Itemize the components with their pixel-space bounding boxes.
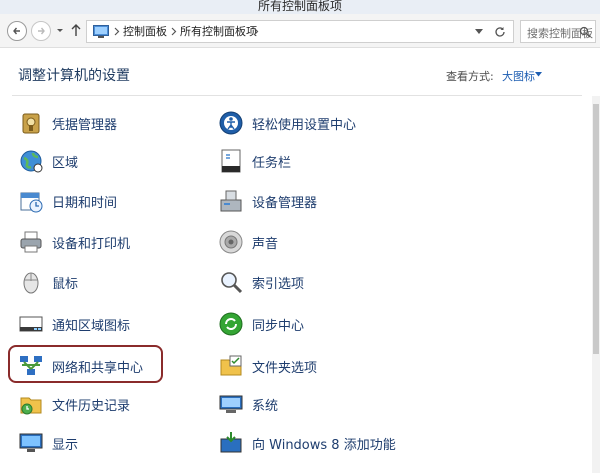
vertical-scrollbar[interactable] <box>592 96 600 473</box>
back-arrow-icon[interactable] <box>7 21 27 41</box>
mouse-icon <box>23 272 39 294</box>
control-panel-icon <box>93 25 109 38</box>
chevron-down-icon[interactable] <box>535 72 542 77</box>
cp-item-label: 轻松使用设置中心 <box>252 117 357 133</box>
calendar-clock-icon <box>20 192 43 213</box>
cp-item-sound[interactable]: 声音 <box>218 225 278 259</box>
cp-item-label: 设备和打印机 <box>52 236 131 252</box>
cp-item-label: 文件夹选项 <box>252 360 318 376</box>
ease-of-access-icon <box>219 111 243 135</box>
taskbar-icon <box>221 149 241 173</box>
device-manager-icon <box>220 190 242 212</box>
system-icon <box>219 395 243 413</box>
indexing-icon <box>221 272 243 294</box>
credential-safe-icon <box>22 113 40 134</box>
cp-item-file-history[interactable]: 文件历史记录 <box>18 387 130 421</box>
cp-item-ease-of-access[interactable]: 轻松使用设置中心 <box>218 106 356 140</box>
search-box[interactable]: 搜索控制面板 <box>520 20 596 43</box>
cp-item-label: 鼠标 <box>52 276 79 292</box>
view-by-label: 查看方式: <box>446 70 494 83</box>
cp-item-label: 系统 <box>252 398 279 414</box>
breadcrumb-separator-icon <box>114 27 120 36</box>
file-history-icon <box>20 397 42 415</box>
cp-item-label: 向 Windows 8 添加功能 <box>252 437 396 453</box>
search-icon[interactable] <box>579 26 591 38</box>
cp-item-label: 凭据管理器 <box>52 117 118 133</box>
cp-item-label: 日期和时间 <box>52 195 118 211</box>
cp-item-display[interactable]: 显示 <box>18 426 78 460</box>
address-field[interactable]: 控制面板 所有控制面板项 <box>86 20 514 43</box>
globe-clock-icon <box>20 150 43 173</box>
cp-item-label: 区域 <box>52 155 79 171</box>
cp-item-taskbar[interactable]: 任务栏 <box>218 144 291 178</box>
monitor-icon <box>19 433 43 452</box>
cp-item-credential-manager[interactable]: 凭据管理器 <box>18 106 117 140</box>
scrollbar-thumb[interactable] <box>593 104 599 354</box>
cp-item-date-time[interactable]: 日期和时间 <box>18 184 117 218</box>
title-bar: 所有控制面板项 <box>0 0 600 14</box>
cp-item-mouse[interactable]: 鼠标 <box>18 265 78 299</box>
breadcrumb-control-panel[interactable]: 控制面板 <box>123 24 167 39</box>
view-by-dropdown[interactable]: 大图标 <box>502 68 535 84</box>
up-arrow-icon[interactable] <box>70 23 82 37</box>
network-sharing-highlight <box>8 345 163 383</box>
forward-arrow-icon[interactable] <box>31 21 51 41</box>
window-title: 所有控制面板项 <box>257 0 342 13</box>
cp-item-label: 声音 <box>252 236 279 252</box>
refresh-icon[interactable] <box>494 26 506 38</box>
add-features-icon <box>220 432 242 453</box>
cp-item-label: 通知区域图标 <box>52 318 131 334</box>
address-toolbar: 控制面板 所有控制面板项 搜索控制面板 <box>0 14 600 48</box>
cp-item-notification-icons[interactable]: 通知区域图标 <box>18 307 130 341</box>
cp-item-label: 任务栏 <box>252 155 292 171</box>
address-dropdown-icon[interactable] <box>475 29 483 35</box>
breadcrumb-separator-icon <box>171 27 177 36</box>
breadcrumb-all-items[interactable]: 所有控制面板项 <box>180 24 257 39</box>
page-title: 调整计算机的设置 <box>18 68 130 84</box>
notification-area-icon <box>19 316 43 332</box>
speaker-icon <box>219 230 243 254</box>
cp-item-label: 索引选项 <box>252 276 305 292</box>
cp-item-system[interactable]: 系统 <box>218 387 278 421</box>
cp-item-label: 显示 <box>52 437 79 453</box>
sync-center-icon <box>219 312 243 336</box>
cp-item-label: 同步中心 <box>252 318 305 334</box>
recent-locations-chevron-icon[interactable] <box>56 27 64 35</box>
folder-options-icon <box>220 355 242 376</box>
cp-item-label: 文件历史记录 <box>52 398 131 414</box>
breadcrumb-separator-icon <box>253 27 259 36</box>
header-divider <box>12 95 582 96</box>
cp-item-devices-printers[interactable]: 设备和打印机 <box>18 225 130 259</box>
printer-icon <box>20 231 42 253</box>
cp-item-add-features[interactable]: 向 Windows 8 添加功能 <box>218 426 396 460</box>
cp-item-folder-options[interactable]: 文件夹选项 <box>218 349 317 383</box>
cp-item-device-manager[interactable]: 设备管理器 <box>218 184 317 218</box>
cp-item-indexing-options[interactable]: 索引选项 <box>218 265 304 299</box>
cp-item-region[interactable]: 区域 <box>18 144 78 178</box>
cp-item-sync-center[interactable]: 同步中心 <box>218 307 304 341</box>
cp-item-label: 设备管理器 <box>252 195 318 211</box>
